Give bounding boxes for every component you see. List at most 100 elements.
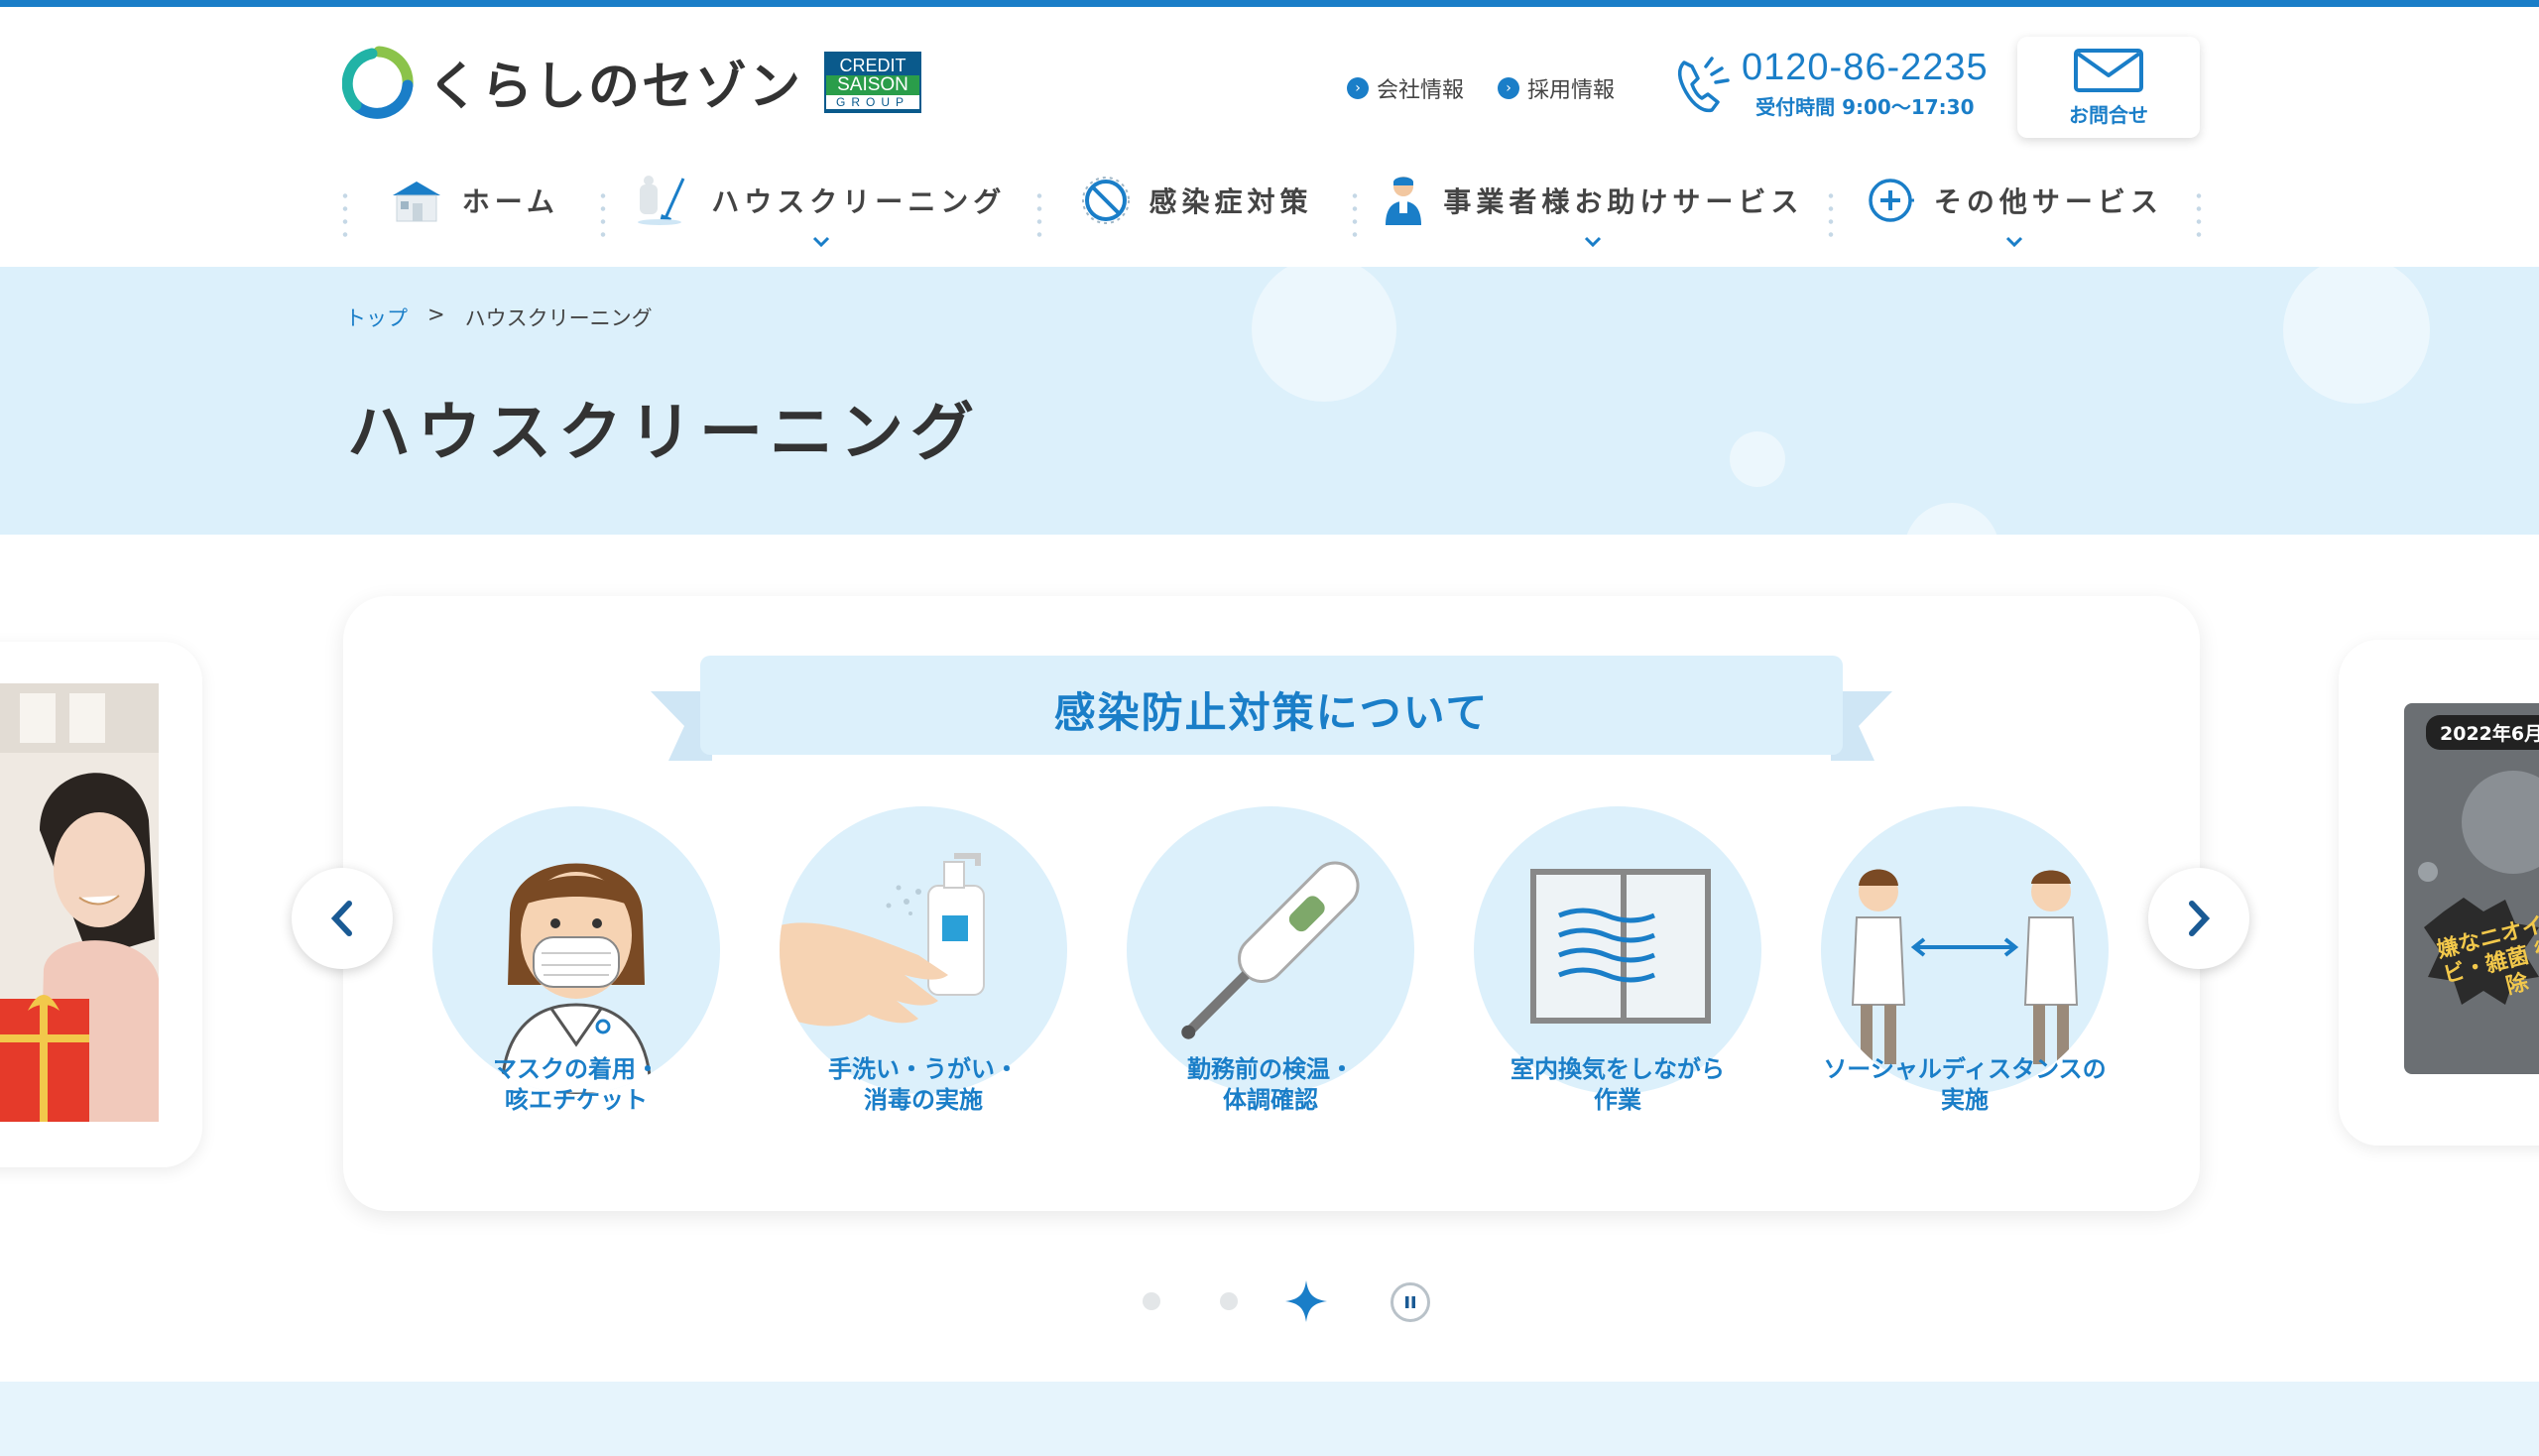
next-slide-card[interactable]: 2022年6月 嫌なニオイ カビ・雑菌 徹底除 [2339, 640, 2539, 1146]
chevron-right-icon: › [1498, 77, 1520, 99]
phone-contact[interactable]: 0120-86-2235 受付時間 9:00〜17:30 [1672, 47, 1989, 120]
chevron-right-icon [2189, 901, 2211, 936]
mail-icon [2074, 48, 2143, 92]
prevention-item-label: マスクの着用・ 咳エチケット [393, 1054, 760, 1116]
company-info-link[interactable]: › 会社情報 [1347, 72, 1464, 104]
pause-icon [1405, 1296, 1415, 1308]
recruit-info-link[interactable]: › 採用情報 [1498, 72, 1615, 104]
site-header: くらしのセゾン CREDIT SAISON GROUP › 会社情報 › 採用情… [0, 7, 2539, 267]
phone-icon [1678, 57, 1730, 113]
decor-bubble [1904, 503, 1999, 535]
nav-item-business-services[interactable]: 事業者様お助けサービス [1358, 166, 1828, 248]
prevention-item-circle [780, 806, 1067, 1094]
prevention-item-handwash: 手洗い・うがい・ 消毒の実施 [780, 806, 1067, 1114]
nav-item-other-services[interactable]: その他サービス [1834, 166, 2196, 248]
prevention-item-label: ソーシャルディスタンスの 実施 [1781, 1054, 2148, 1116]
carousel-next-button[interactable] [2148, 868, 2249, 969]
chevron-down-icon [2006, 236, 2023, 248]
nav-other-services-label: その他サービス [1933, 185, 2163, 218]
carousel-dot-2[interactable] [1220, 1292, 1238, 1310]
prevention-item-mask: マスクの着用・ 咳エチケット [432, 806, 720, 1114]
gift-woman-photo [0, 683, 159, 1122]
label-line-2: 実施 [1941, 1086, 1989, 1114]
breadcrumb-separator: > [427, 303, 445, 326]
house-icon [392, 182, 440, 222]
phone-number: 0120-86-2235 [1742, 47, 1989, 88]
label-line-1: 手洗い・うがい・ [828, 1055, 1019, 1083]
site-logo[interactable]: くらしのセゾン CREDIT SAISON GROUP [342, 45, 922, 119]
plus-circle-icon [1869, 179, 1914, 222]
recruit-info-label: 採用情報 [1527, 78, 1616, 103]
prevention-item-label: 勤務前の検温・ 体調確認 [1087, 1054, 1454, 1116]
label-line-1: 室内換気をしながら [1511, 1055, 1725, 1083]
page-title: ハウスクリーニング [347, 397, 981, 470]
top-accent-bar [0, 0, 2539, 7]
business-person-icon [1386, 177, 1422, 225]
label-line-2: 体調確認 [1223, 1086, 1318, 1114]
breadcrumb-home-link[interactable]: トップ [345, 303, 408, 332]
nav-infection-control-label: 感染症対策 [1149, 185, 1313, 218]
decor-bubble [1730, 431, 1785, 487]
nav-home-label: ホーム [461, 185, 559, 218]
badge-line-3: GROUP [826, 94, 920, 109]
thermometer-icon [1181, 861, 1360, 1039]
breadcrumb-current: ハウスクリーニング [464, 306, 653, 330]
badge-line-2: SAISON [826, 74, 920, 95]
carousel-dot-3-active[interactable] [1283, 1278, 1329, 1324]
nav-item-infection-control[interactable]: 感染症対策 [1042, 166, 1352, 235]
global-nav: ホーム ハウスクリーニング 感染症対策 事業者様お助けサービス その他サービス [342, 166, 2202, 255]
page-hero: トップ > ハウスクリーニング ハウスクリーニング [0, 267, 2539, 535]
prevention-item-circle [1474, 806, 1761, 1094]
label-line-2: 咳エチケット [505, 1086, 648, 1114]
logo-mark-icon [342, 46, 414, 119]
next-slide-photo: 2022年6月 嫌なニオイ カビ・雑菌 徹底除 [2404, 703, 2539, 1074]
nav-item-house-cleaning[interactable]: ハウスクリーニング [606, 166, 1036, 248]
contact-button[interactable]: お問合せ [2017, 37, 2200, 138]
previous-slide-card[interactable] [0, 642, 202, 1167]
carousel-pause-button[interactable] [1390, 1282, 1430, 1322]
prevention-item-circle [432, 806, 720, 1094]
chevron-down-icon [812, 236, 829, 248]
prevention-item-circle [1127, 806, 1414, 1094]
social-distance-icon [1851, 869, 2079, 1064]
decor-bubble [2283, 267, 2430, 404]
mask-person-icon [500, 863, 653, 1094]
section-divider-band [0, 1382, 2539, 1456]
decor-bubble [1252, 267, 1396, 402]
utility-links: › 会社情報 › 採用情報 [1347, 72, 1615, 104]
label-line-1: 勤務前の検温・ [1187, 1055, 1354, 1083]
prevention-item-ventilation: 室内換気をしながら 作業 [1474, 806, 1761, 1114]
badge-line-1: CREDIT [839, 55, 907, 75]
prevention-item-circle [1821, 806, 2109, 1094]
phone-hours: 受付時間 9:00〜17:30 [1755, 95, 1975, 119]
carousel-prev-button[interactable] [292, 868, 393, 969]
info-carousel: 2022年6月 嫌なニオイ カビ・雑菌 徹底除 感染防止対策について マスクの着… [0, 535, 2539, 1383]
prevention-items: マスクの着用・ 咳エチケット 手洗い・うがい・ 消毒の実施 勤務前の検温・ 体調… [432, 806, 2118, 1124]
company-info-label: 会社情報 [1377, 78, 1465, 103]
contact-label: お問合せ [2069, 102, 2148, 127]
nav-house-cleaning-label: ハウスクリーニング [711, 185, 1007, 218]
prevention-item-label: 手洗い・うがい・ 消毒の実施 [740, 1054, 1107, 1116]
label-line-1: ソーシャルディスタンスの [1823, 1055, 2107, 1083]
nav-divider [2196, 189, 2202, 241]
slide-banner: 感染防止対策について [651, 656, 1892, 763]
active-slide-card: 感染防止対策について マスクの着用・ 咳エチケット 手洗い・うがい・ 消毒の実施… [343, 596, 2200, 1211]
window-ventilation-icon [1530, 869, 1711, 1024]
chevron-down-icon [1584, 236, 1601, 248]
nav-business-services-label: 事業者様お助けサービス [1443, 185, 1804, 218]
next-slide-graphic [2418, 771, 2539, 1005]
prevention-item-temperature: 勤務前の検温・ 体調確認 [1127, 806, 1414, 1114]
prevention-item-label: 室内換気をしながら 作業 [1434, 1054, 1801, 1116]
label-line-2: 消毒の実施 [864, 1086, 983, 1114]
cleaning-icon [638, 176, 685, 225]
chevron-right-icon: › [1347, 77, 1369, 99]
slide-banner-title: 感染防止対策について [1053, 687, 1490, 737]
nav-item-home[interactable]: ホーム [348, 166, 600, 235]
breadcrumb: トップ > ハウスクリーニング [345, 303, 653, 332]
logo-text: くらしのセゾン [427, 58, 803, 117]
credit-saison-badge: CREDIT SAISON GROUP [824, 51, 922, 113]
label-line-2: 作業 [1594, 1086, 1641, 1114]
carousel-dot-1[interactable] [1143, 1292, 1160, 1310]
chevron-left-icon [330, 901, 352, 936]
label-line-1: マスクの着用・ [493, 1055, 660, 1083]
